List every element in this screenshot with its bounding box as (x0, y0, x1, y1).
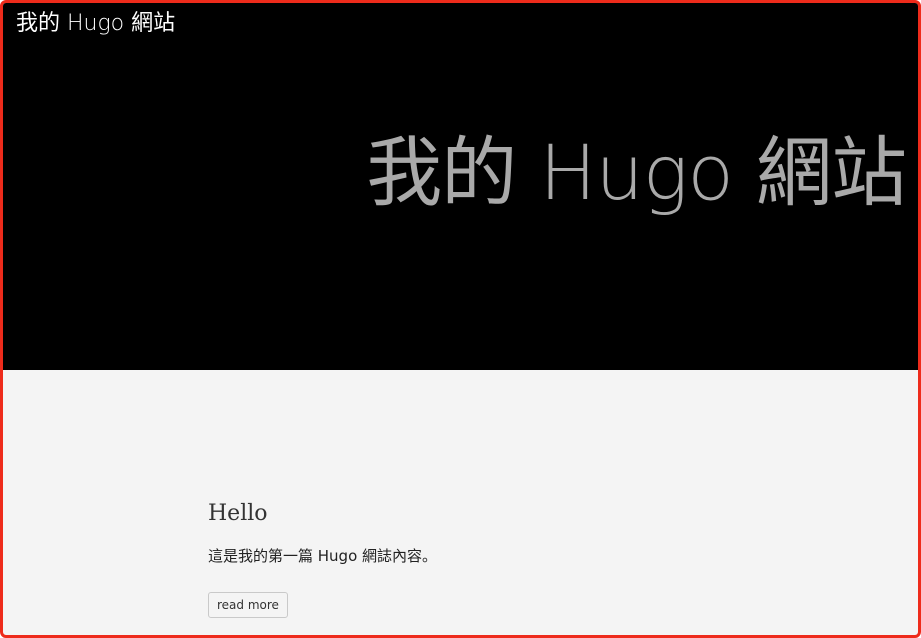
read-more-button[interactable]: read more (208, 592, 288, 618)
hero-banner: 我的 Hugo 網站 我的 Hugo 網站 (3, 3, 918, 370)
post-summary-card: Hello 這是我的第一篇 Hugo 網誌內容。 read more (208, 497, 808, 618)
site-title-link[interactable]: 我的 Hugo 網站 (16, 9, 175, 39)
post-summary-text: 這是我的第一篇 Hugo 網誌內容。 (208, 547, 438, 565)
browser-viewport: 我的 Hugo 網站 我的 Hugo 網站 Hello 這是我的第一篇 Hugo… (0, 0, 921, 638)
hero-heading: 我的 Hugo 網站 (366, 128, 907, 217)
post-title[interactable]: Hello (208, 497, 808, 531)
